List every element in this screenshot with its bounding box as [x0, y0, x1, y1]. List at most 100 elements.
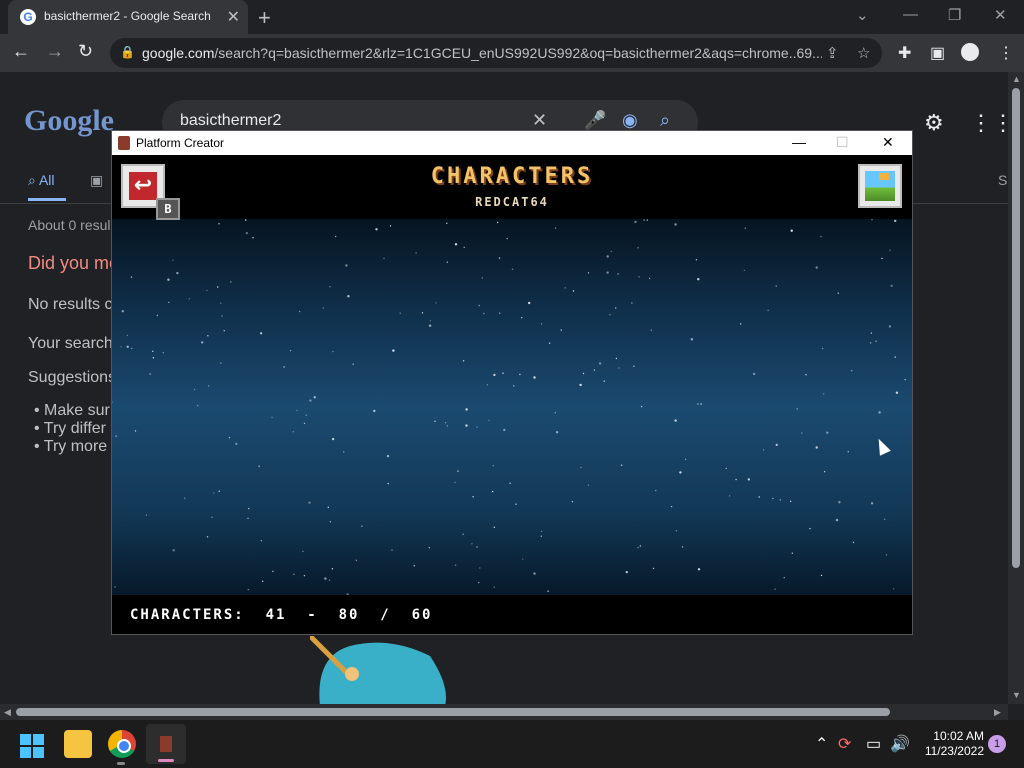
vertical-scroll-thumb[interactable]: [1012, 88, 1020, 568]
lens-camera-icon[interactable]: ◉: [622, 110, 638, 131]
star: [503, 428, 506, 432]
search-icon[interactable]: ⌕: [660, 110, 670, 131]
platform-creator-app-icon: [118, 136, 130, 150]
scroll-left-icon[interactable]: ◀: [4, 707, 11, 718]
star: [522, 558, 524, 560]
star: [373, 409, 376, 413]
new-tab-button[interactable]: +: [258, 5, 271, 31]
star: [890, 284, 893, 287]
star: [335, 235, 337, 238]
share-icon[interactable]: ⇪: [826, 44, 839, 62]
window-minimize-icon[interactable]: —: [792, 134, 806, 150]
star: [206, 289, 208, 292]
stars: [112, 219, 906, 595]
clock[interactable]: 10:02 AM 11/23/2022: [916, 729, 984, 759]
horizontal-scroll-thumb[interactable]: [16, 708, 890, 716]
star: [889, 249, 891, 251]
star: [904, 378, 906, 381]
star: [593, 369, 596, 371]
star: [235, 442, 238, 446]
menu-kebab-icon[interactable]: ⋮: [998, 43, 1014, 63]
star: [631, 302, 633, 304]
extensions-puzzle-icon[interactable]: ✚: [898, 43, 911, 63]
forward-arrow-icon[interactable]: →: [46, 41, 64, 62]
star: [790, 500, 792, 503]
star: [885, 554, 888, 556]
search-query[interactable]: basicthermer2: [180, 112, 281, 130]
reload-icon[interactable]: ↻: [78, 41, 93, 62]
side-panel-icon[interactable]: ▣: [930, 43, 945, 63]
star: [413, 565, 415, 567]
network-icon[interactable]: ▭: [866, 734, 881, 754]
star: [329, 521, 332, 523]
settings-gear-icon[interactable]: ⚙: [924, 110, 944, 136]
star: [820, 574, 823, 577]
tab-images-icon[interactable]: ▣: [90, 172, 103, 189]
bookmark-star-icon[interactable]: ☆: [857, 44, 870, 62]
tray-overflow-chevron-icon[interactable]: ⌃: [815, 734, 828, 754]
star: [152, 357, 155, 359]
star: [498, 257, 501, 259]
star: [606, 255, 609, 258]
star: [681, 546, 684, 548]
clear-search-icon[interactable]: ✕: [532, 110, 547, 131]
voice-search-mic-icon[interactable]: 🎤: [584, 110, 606, 131]
minimize-window-icon[interactable]: —: [903, 6, 918, 23]
vertical-scrollbar[interactable]: ▲ ▼: [1008, 72, 1024, 704]
star: [582, 372, 585, 375]
star: [837, 292, 839, 294]
windows-start-icon[interactable]: [20, 734, 44, 758]
star: [511, 268, 514, 270]
back-arrow-icon[interactable]: ←: [12, 41, 30, 62]
scroll-down-icon[interactable]: ▼: [1012, 690, 1021, 700]
star: [774, 588, 776, 590]
star: [492, 465, 494, 467]
suggestions-list: Make sur Try differ Try more: [44, 402, 110, 456]
tab-close-icon[interactable]: ✕: [227, 7, 240, 27]
close-window-icon[interactable]: ✕: [994, 6, 1007, 24]
world-landscape-icon: [865, 171, 895, 201]
restore-window-icon[interactable]: ❐: [948, 6, 961, 24]
scroll-right-icon[interactable]: ▶: [994, 707, 1001, 718]
star: [521, 317, 523, 319]
star: [775, 443, 778, 447]
star: [168, 301, 170, 304]
tab-s[interactable]: S: [998, 172, 1007, 188]
game-canvas[interactable]: CHARACTERS REDCAT64 ↩ B CHARACTERS: 41 -…: [112, 155, 912, 634]
star: [493, 586, 495, 588]
star: [220, 362, 222, 364]
star: [502, 372, 504, 374]
window-title-bar[interactable]: Platform Creator — ☐ ✕: [112, 131, 912, 155]
did-you-mean-link[interactable]: Did you me: [28, 253, 119, 274]
star: [491, 490, 494, 493]
star: [540, 535, 542, 537]
star: [383, 257, 385, 260]
star: [429, 320, 432, 322]
window-maximize-icon[interactable]: ☐: [836, 134, 849, 151]
file-explorer-icon[interactable]: [64, 730, 92, 758]
apps-grid-icon[interactable]: ⋮⋮: [970, 110, 1008, 136]
browser-tab[interactable]: G basicthermer2 - Google Search ✕: [8, 0, 248, 34]
tab-search-chevron-icon[interactable]: ⌄: [856, 6, 869, 24]
star: [126, 334, 129, 337]
window-close-icon[interactable]: ✕: [882, 134, 894, 151]
url-text[interactable]: google.com/search?q=basicthermer2&rlz=1C…: [142, 45, 822, 61]
star: [609, 314, 611, 316]
star: [126, 345, 129, 348]
platform-creator-taskbar-icon[interactable]: [146, 724, 186, 764]
google-doodle-logo[interactable]: Google: [24, 104, 114, 138]
chrome-icon[interactable]: [108, 730, 136, 758]
star: [509, 482, 511, 484]
scroll-up-icon[interactable]: ▲: [1012, 74, 1021, 84]
star: [554, 412, 556, 414]
your-search-text: Your search: [28, 335, 113, 352]
star: [213, 492, 215, 494]
notification-badge[interactable]: 1: [988, 735, 1006, 753]
address-bar[interactable]: 🔒 google.com/search?q=basicthermer2&rlz=…: [110, 38, 882, 68]
tab-all[interactable]: ⌕ All: [28, 172, 55, 189]
profile-avatar-icon[interactable]: [961, 43, 979, 61]
horizontal-scrollbar[interactable]: ◀ ▶: [0, 704, 1008, 720]
world-button[interactable]: [858, 164, 902, 208]
sync-error-icon[interactable]: ⟳: [838, 734, 851, 754]
volume-icon[interactable]: 🔊: [890, 734, 910, 754]
